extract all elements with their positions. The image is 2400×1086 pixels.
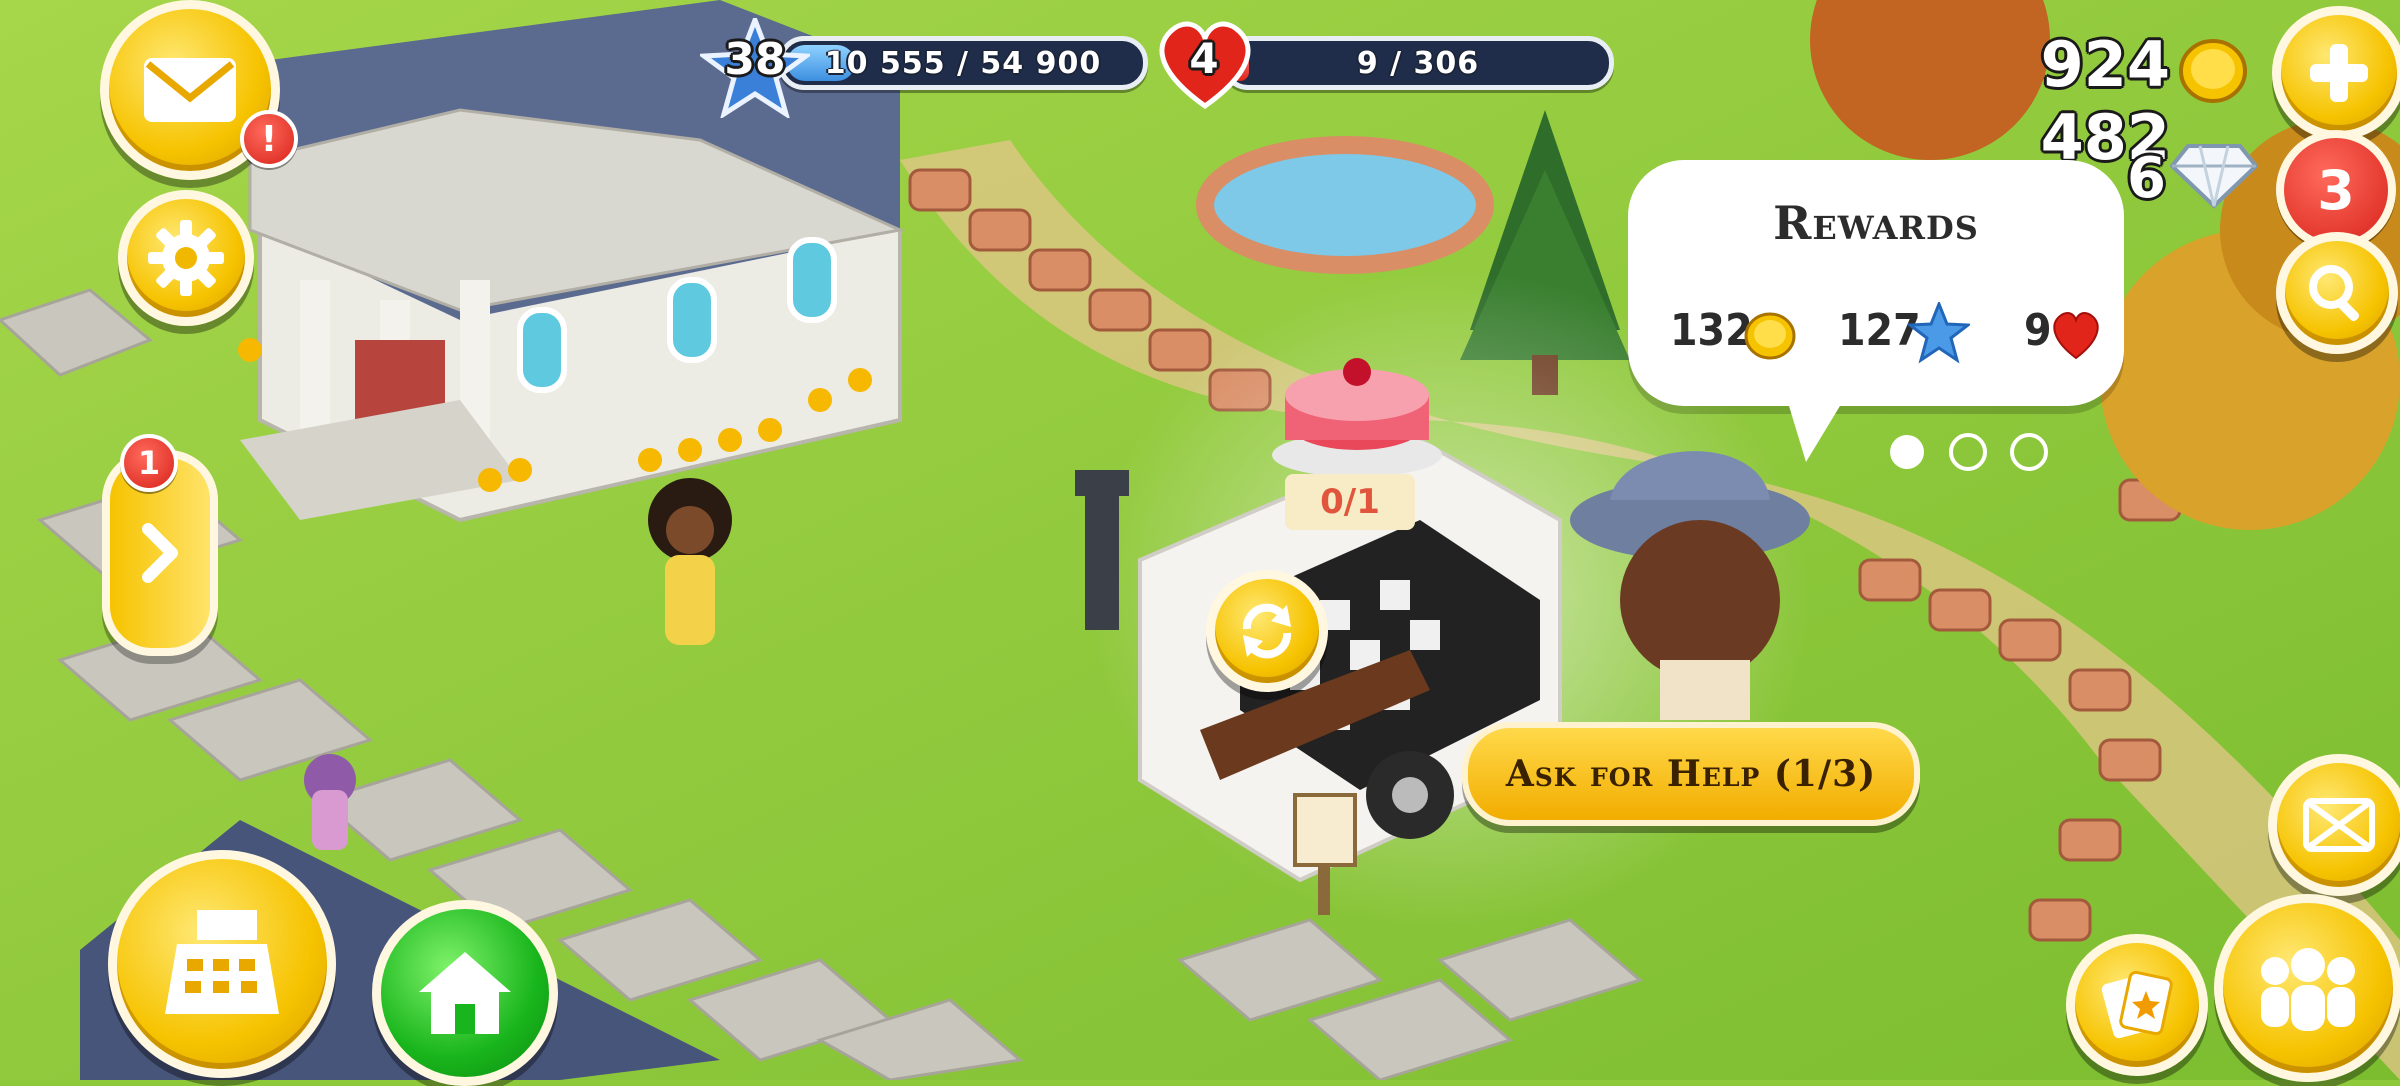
reward-coins-value: 132 [1670,305,1753,356]
search-button[interactable] [2276,232,2398,354]
order-progress-text: 0/1 [1320,482,1380,522]
magnifier-icon [2309,265,2360,322]
cards-icon [2101,970,2173,1039]
cash-register-icon [165,910,279,1014]
cash-register-button[interactable] [108,850,336,1078]
coin-icon [2178,36,2248,106]
friends-button[interactable] [2214,894,2400,1082]
plus-icon [2310,44,2368,102]
xp-star-icon [1905,299,1973,364]
coin-icon [1744,310,1796,362]
expand-view-button[interactable] [2268,754,2400,896]
xp-bar: 10 555 / 54 900 [778,36,1148,90]
mail-alert-badge: ! [240,110,298,168]
refresh-icon [1242,603,1292,659]
rewards-bubble-tail [1786,396,1846,462]
level-number: 38 [724,34,786,85]
order-progress-label: 0/1 [1285,474,1415,530]
chevron-right-icon [142,523,178,583]
add-currency-button[interactable] [2272,6,2400,140]
xp-text: 10 555 / 54 900 [824,45,1102,81]
side-panel-badge: 1 [120,434,178,492]
rewards-bubble: Rewards 132 127 9 [1628,160,2124,406]
diamond-icon [2169,140,2259,210]
settings-button[interactable] [118,190,254,326]
heart-icon [2048,306,2104,362]
home-icon [419,952,511,1034]
hearts-level: 4 [1189,34,1219,83]
ask-for-help-button[interactable]: Ask for Help (1/3) [1462,722,1920,826]
refresh-order-button[interactable] [1206,570,1328,692]
rewards-title: Rewards [1773,196,1979,250]
hearts-bar: 9 / 306 [1222,36,1614,90]
hearts-text: 9 / 306 [1356,45,1480,81]
home-button[interactable] [372,900,558,1086]
friends-icon [2261,948,2355,1031]
mail-icon [144,58,236,122]
gear-icon [148,220,224,296]
expand-icon [2303,798,2375,852]
cards-button[interactable] [2066,934,2208,1076]
